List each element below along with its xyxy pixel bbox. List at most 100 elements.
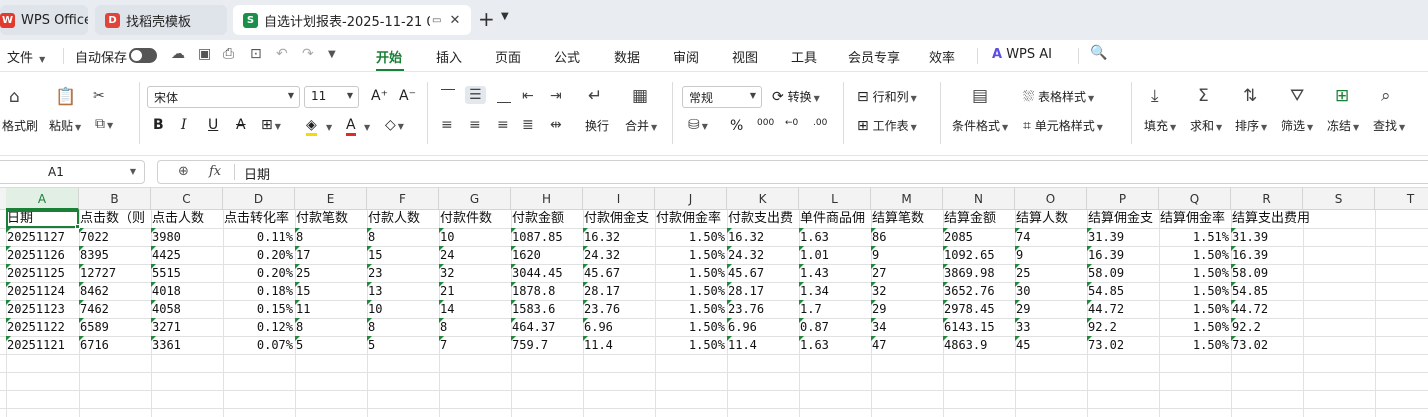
wrap-text-button[interactable]: 换行: [585, 117, 609, 134]
screen-icon[interactable]: ▭: [432, 15, 441, 26]
table-cell[interactable]: 8462: [79, 282, 151, 300]
table-cell[interactable]: 12727: [79, 264, 151, 282]
menu-tab-page[interactable]: 页面: [495, 47, 521, 66]
chevron-down-icon[interactable]: ▼: [130, 167, 136, 176]
table-cell[interactable]: 1.51%: [1159, 228, 1231, 246]
table-cell[interactable]: 14: [439, 300, 511, 318]
paste-button[interactable]: 粘贴 ▼: [49, 117, 81, 134]
table-cell[interactable]: 0.20%: [223, 264, 295, 282]
menu-tab-member[interactable]: 会员专享: [848, 47, 900, 66]
table-cell[interactable]: 58.09: [1087, 264, 1159, 282]
table-cell[interactable]: 20251127: [6, 228, 79, 246]
redo-icon[interactable]: ↷: [302, 46, 314, 62]
table-cell[interactable]: 0.18%: [223, 282, 295, 300]
table-cell[interactable]: 24.32: [727, 246, 799, 264]
table-cell[interactable]: 1.50%: [655, 300, 727, 318]
new-tab-icon[interactable]: +: [478, 8, 495, 30]
table-cell[interactable]: 73.02: [1231, 336, 1303, 354]
column-header-c[interactable]: C: [151, 188, 223, 210]
chevron-down-icon[interactable]: ▼: [326, 123, 332, 132]
table-cell[interactable]: 1.50%: [655, 318, 727, 336]
menu-tab-formula[interactable]: 公式: [554, 47, 580, 66]
strikethrough-icon[interactable]: A: [236, 117, 246, 133]
increase-font-icon[interactable]: A⁺: [371, 88, 388, 104]
table-cell[interactable]: 54.85: [1231, 282, 1303, 300]
table-cell[interactable]: 8: [367, 318, 439, 336]
table-cell[interactable]: 3361: [151, 336, 223, 354]
thousands-separator-icon[interactable]: 000: [757, 118, 774, 128]
table-cell[interactable]: 3271: [151, 318, 223, 336]
table-cell[interactable]: 32: [871, 282, 943, 300]
sum-icon[interactable]: Σ: [1198, 87, 1209, 105]
table-cell[interactable]: 58.09: [1231, 264, 1303, 282]
table-cell[interactable]: 1092.65: [943, 246, 1015, 264]
table-cell[interactable]: 23.76: [727, 300, 799, 318]
table-cell[interactable]: 3980: [151, 228, 223, 246]
table-cell[interactable]: 3869.98: [943, 264, 1015, 282]
column-header-e[interactable]: E: [295, 188, 367, 210]
freeze-button[interactable]: 冻结 ▼: [1327, 117, 1359, 134]
table-cell[interactable]: 21: [439, 282, 511, 300]
fill-icon[interactable]: ⤓: [1151, 87, 1159, 105]
table-cell[interactable]: 3044.45: [511, 264, 583, 282]
header-cell[interactable]: 付款支出费: [727, 210, 799, 228]
format-painter-icon[interactable]: ⌂: [9, 88, 20, 106]
font-size-select[interactable]: 11 ▼: [304, 86, 359, 108]
table-cell[interactable]: 31.39: [1231, 228, 1303, 246]
column-header-m[interactable]: M: [871, 188, 943, 210]
header-cell[interactable]: 单件商品佣: [799, 210, 871, 228]
paste-icon[interactable]: 📋: [55, 88, 76, 106]
table-cell[interactable]: 47: [871, 336, 943, 354]
freeze-icon[interactable]: ⊞: [1335, 87, 1349, 105]
find-icon[interactable]: ⌕: [1381, 87, 1391, 105]
active-cell-selection[interactable]: [6, 210, 79, 228]
align-center-icon[interactable]: ≡: [469, 117, 481, 133]
column-header-f[interactable]: F: [367, 188, 439, 210]
table-cell[interactable]: 464.37: [511, 318, 583, 336]
table-cell[interactable]: 1087.85: [511, 228, 583, 246]
table-cell[interactable]: 1878.8: [511, 282, 583, 300]
align-top-icon[interactable]: ⎺: [441, 88, 455, 104]
percent-icon[interactable]: %: [730, 118, 743, 134]
table-cell[interactable]: 28.17: [583, 282, 655, 300]
font-color-icon[interactable]: A: [346, 117, 356, 136]
column-header-r[interactable]: R: [1231, 188, 1303, 210]
table-cell[interactable]: 8: [367, 228, 439, 246]
header-cell[interactable]: 结算佣金率: [1159, 210, 1231, 228]
print-icon[interactable]: ⎙: [223, 46, 234, 62]
table-cell[interactable]: 1.50%: [1159, 336, 1231, 354]
fill-handle[interactable]: [75, 224, 80, 229]
cloud-save-icon[interactable]: ☁: [171, 46, 185, 62]
table-cell[interactable]: 1.50%: [1159, 318, 1231, 336]
table-cell[interactable]: 1.50%: [1159, 246, 1231, 264]
menu-tab-data[interactable]: 数据: [614, 47, 640, 66]
table-cell[interactable]: 7022: [79, 228, 151, 246]
table-cell[interactable]: 29: [871, 300, 943, 318]
fill-color-icon[interactable]: ◈: [306, 117, 317, 136]
conditional-format-button[interactable]: 条件格式 ▼: [952, 117, 1008, 134]
table-cell[interactable]: 4018: [151, 282, 223, 300]
table-cell[interactable]: 9: [1015, 246, 1087, 264]
table-cell[interactable]: 1.50%: [655, 228, 727, 246]
table-cell[interactable]: 8: [295, 318, 367, 336]
table-cell[interactable]: 3652.76: [943, 282, 1015, 300]
column-header-o[interactable]: O: [1015, 188, 1087, 210]
formula-input[interactable]: ⊕ fx 日期: [157, 160, 1428, 184]
table-cell[interactable]: 54.85: [1087, 282, 1159, 300]
convert-button[interactable]: ⟳ 转换 ▼: [772, 88, 820, 105]
header-cell[interactable]: 付款人数: [367, 210, 439, 228]
table-cell[interactable]: 1.34: [799, 282, 871, 300]
header-cell[interactable]: 付款笔数: [295, 210, 367, 228]
merge-cells-button[interactable]: 合并 ▼: [625, 117, 657, 134]
table-cell[interactable]: 11.4: [727, 336, 799, 354]
table-cell[interactable]: 10: [439, 228, 511, 246]
cell-area[interactable]: 日期 点击数（则 点击人数 点击转化率 付款笔数 付款人数 付款件数 付款金额 付款佣金支 付款佣…: [0, 210, 1428, 417]
find-button[interactable]: 查找 ▼: [1373, 117, 1405, 134]
header-cell[interactable]: 结算笔数: [871, 210, 943, 228]
print-preview-icon[interactable]: ⊡: [250, 46, 262, 62]
format-painter-button[interactable]: 格式刷: [2, 117, 38, 134]
increase-indent-icon[interactable]: ⇥: [550, 88, 562, 104]
table-cell[interactable]: 33: [1015, 318, 1087, 336]
decrease-decimal-icon[interactable]: .00: [813, 118, 827, 128]
filter-icon[interactable]: ⛛: [1290, 87, 1304, 105]
